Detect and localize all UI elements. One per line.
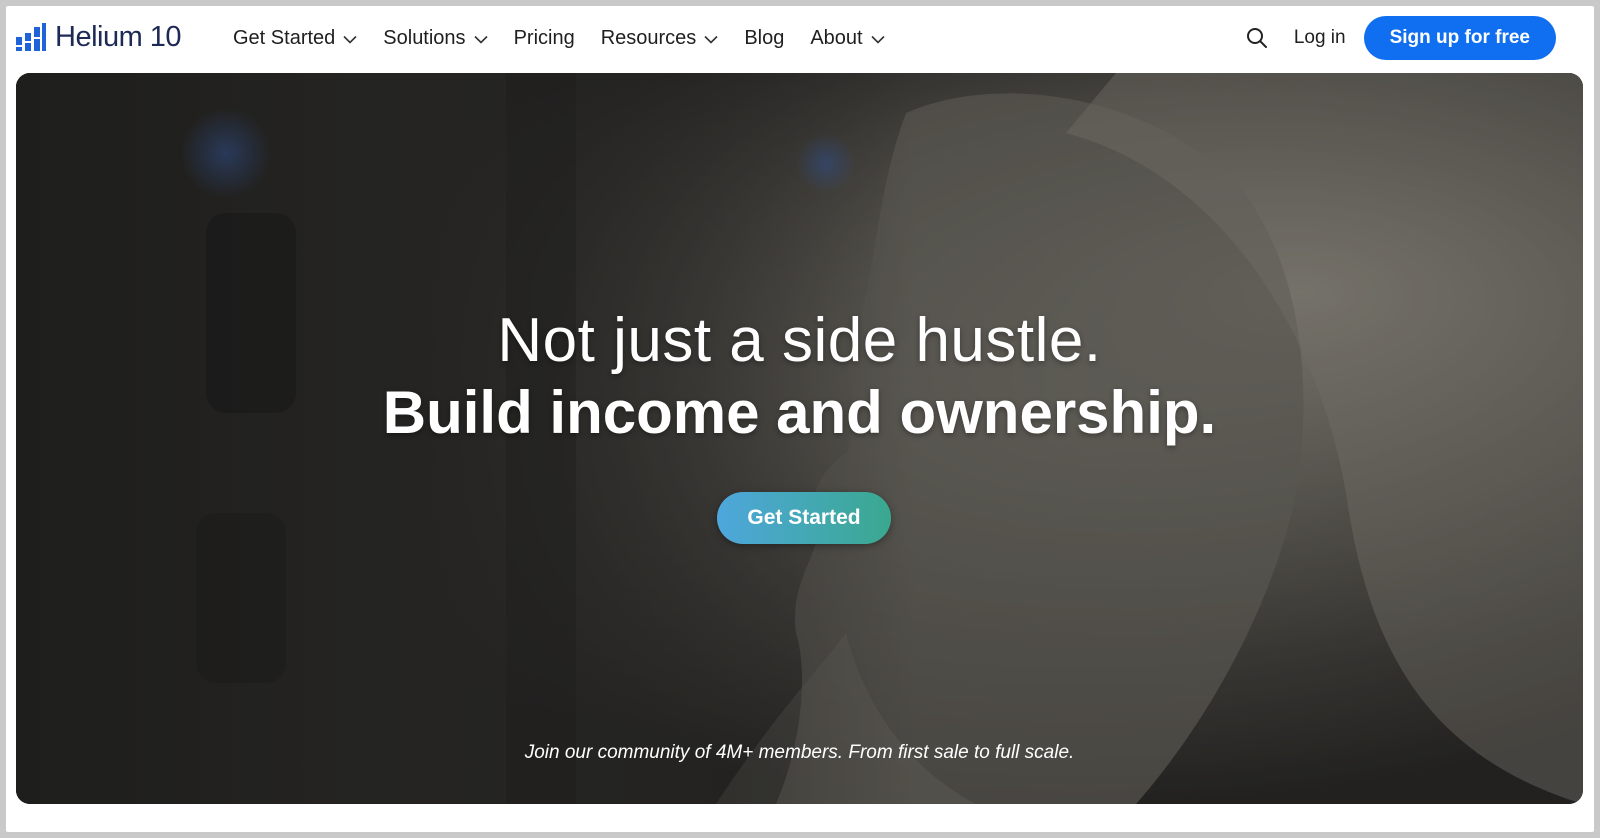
helium10-logo-icon bbox=[16, 23, 46, 51]
get-started-button[interactable]: Get Started bbox=[717, 492, 891, 544]
nav-actions: Log in Sign up for free bbox=[1244, 16, 1556, 60]
page-frame: Helium 10 Get Started Solutions Pricing … bbox=[6, 6, 1594, 832]
nav-item-blog[interactable]: Blog bbox=[744, 24, 784, 52]
signup-button[interactable]: Sign up for free bbox=[1363, 16, 1556, 60]
chevron-down-icon bbox=[473, 27, 488, 50]
nav-item-label: Solutions bbox=[383, 26, 466, 49]
nav-item-label: Pricing bbox=[513, 26, 575, 49]
nav-item-pricing[interactable]: Pricing bbox=[514, 24, 575, 52]
hero-headline: Not just a side hustle. Build income and… bbox=[16, 305, 1583, 449]
chevron-down-icon bbox=[343, 27, 357, 50]
nav-item-label: Blog bbox=[744, 26, 785, 49]
community-tagline: Join our community of 4M+ members. From … bbox=[524, 742, 1075, 763]
chevron-down-icon bbox=[871, 27, 885, 50]
search-button[interactable] bbox=[1244, 25, 1270, 51]
chevron-down-icon bbox=[704, 27, 718, 50]
search-icon bbox=[1246, 28, 1267, 48]
login-link[interactable]: Log in bbox=[1294, 27, 1346, 49]
main-menu: Get Started Solutions Pricing Resources bbox=[233, 24, 911, 52]
hero-headline-line1: Not just a side hustle. bbox=[497, 306, 1102, 375]
brand-logo[interactable]: Helium 10 bbox=[16, 20, 182, 54]
nav-item-label: Resources bbox=[600, 26, 697, 49]
brand-name: Helium 10 bbox=[55, 20, 182, 53]
top-navbar: Helium 10 Get Started Solutions Pricing … bbox=[6, 6, 1594, 72]
nav-item-get-started[interactable]: Get Started bbox=[233, 24, 357, 52]
nav-item-label: About bbox=[810, 26, 863, 49]
hero-headline-line2: Build income and ownership. bbox=[382, 379, 1217, 446]
nav-item-resources[interactable]: Resources bbox=[601, 24, 719, 52]
hero-section: Not just a side hustle. Build income and… bbox=[16, 73, 1583, 804]
nav-item-solutions[interactable]: Solutions bbox=[383, 24, 488, 52]
nav-item-about[interactable]: About bbox=[810, 24, 885, 52]
nav-item-label: Get Started bbox=[233, 26, 336, 49]
